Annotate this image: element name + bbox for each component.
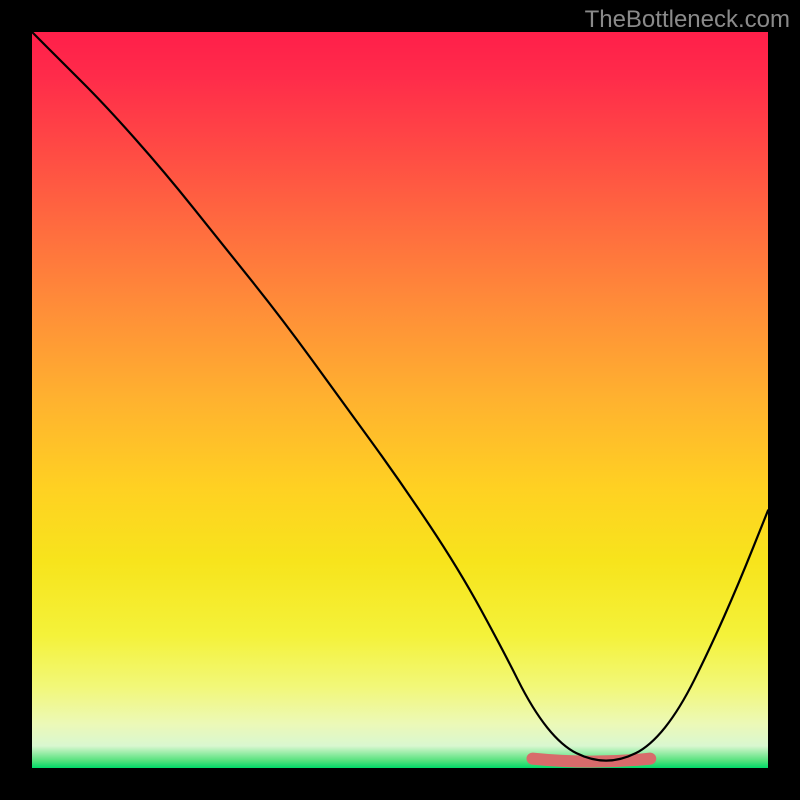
curve-layer xyxy=(32,32,768,768)
watermark-text: TheBottleneck.com xyxy=(585,6,790,34)
bottleneck-curve xyxy=(32,32,768,761)
plot-area xyxy=(32,32,768,768)
chart-canvas: TheBottleneck.com xyxy=(0,0,800,800)
